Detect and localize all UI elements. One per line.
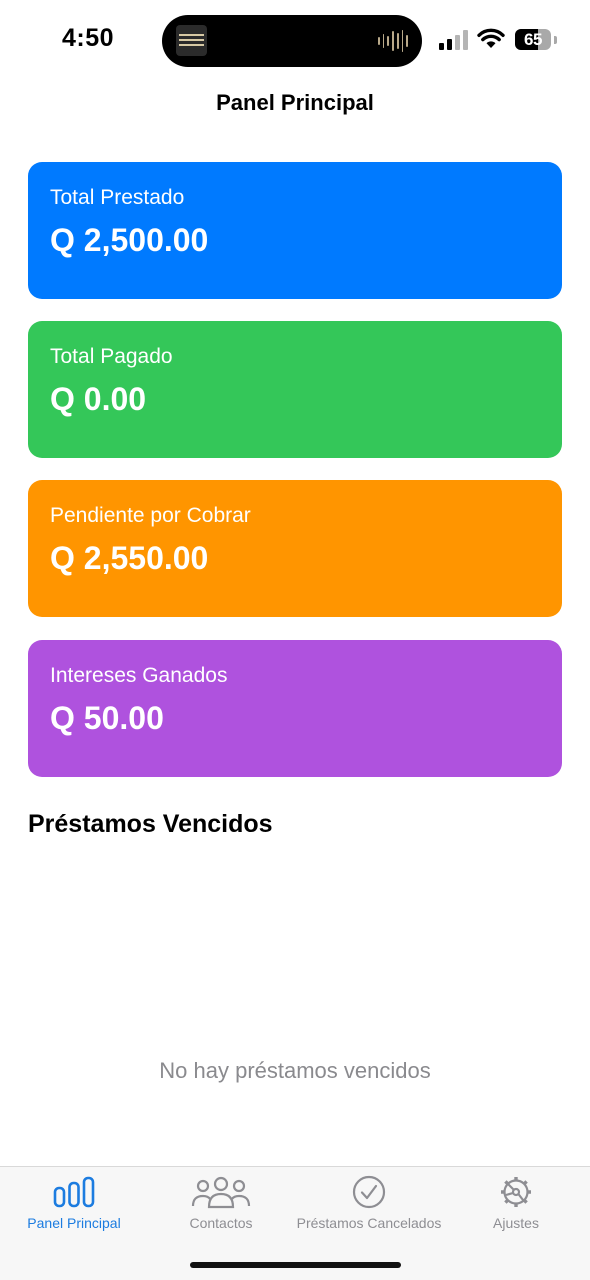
- tab-panel-principal[interactable]: Panel Principal: [14, 1175, 134, 1245]
- battery-icon: 65: [515, 29, 551, 50]
- card-value: Q 0.00: [50, 381, 147, 417]
- card-pendiente-por-cobrar: Pendiente por Cobrar Q 2,550.00: [28, 480, 562, 617]
- tab-contactos[interactable]: Contactos: [171, 1175, 271, 1245]
- home-indicator: [190, 1262, 401, 1268]
- tab-label: Ajustes: [493, 1215, 539, 1231]
- battery-level: 65: [524, 30, 542, 49]
- card-value: Q 50.00: [50, 700, 164, 736]
- status-time: 4:50: [62, 24, 115, 52]
- people-icon: [191, 1176, 251, 1209]
- card-intereses-ganados: Intereses Ganados Q 50.00: [28, 640, 562, 777]
- status-bar: 4:50 65: [0, 0, 590, 80]
- card-label: Pendiente por Cobrar: [50, 504, 251, 527]
- tab-label: Contactos: [189, 1215, 253, 1231]
- dynamic-island[interactable]: [162, 15, 422, 67]
- audio-waveform-icon: [378, 30, 409, 52]
- card-total-prestado: Total Prestado Q 2,500.00: [28, 162, 562, 299]
- page-title: Panel Principal: [216, 90, 374, 115]
- cellular-signal-icon: [439, 30, 469, 50]
- wifi-icon: [477, 28, 505, 48]
- card-total-pagado: Total Pagado Q 0.00: [28, 321, 562, 458]
- card-label: Total Prestado: [50, 186, 185, 209]
- checkmark-circle-icon: [352, 1175, 386, 1209]
- tab-prestamos-cancelados[interactable]: Préstamos Cancelados: [294, 1175, 444, 1245]
- tab-label: Préstamos Cancelados: [296, 1215, 442, 1231]
- empty-state-message: No hay préstamos vencidos: [159, 1058, 431, 1083]
- card-value: Q 2,550.00: [50, 540, 209, 576]
- card-value: Q 2,500.00: [50, 222, 209, 258]
- gear-icon: [501, 1177, 531, 1207]
- card-label: Intereses Ganados: [50, 664, 228, 687]
- tab-label: Panel Principal: [27, 1215, 121, 1231]
- album-art-icon: [176, 25, 207, 56]
- section-title-overdue: Préstamos Vencidos: [28, 810, 273, 838]
- battery-cap: [554, 36, 557, 44]
- tab-ajustes[interactable]: Ajustes: [476, 1175, 556, 1245]
- card-label: Total Pagado: [50, 345, 173, 368]
- chart-bars-icon: [53, 1176, 95, 1208]
